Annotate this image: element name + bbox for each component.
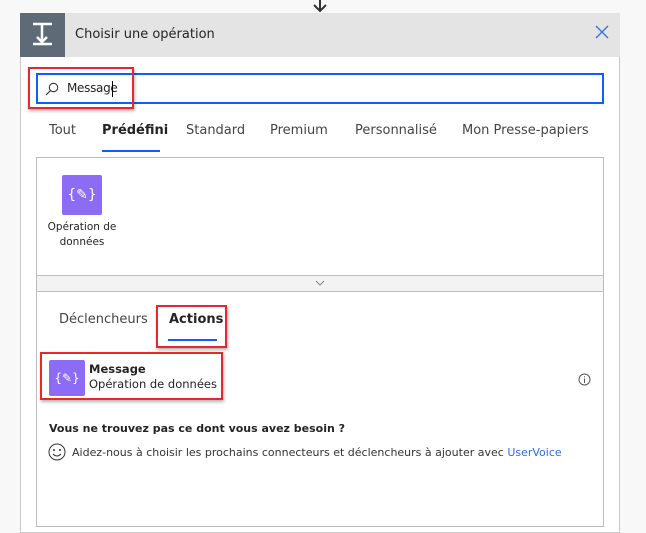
- close-icon[interactable]: [594, 24, 610, 40]
- tab-predefini[interactable]: Prédéfini: [102, 123, 168, 138]
- connector-label: Opération de: [47, 221, 117, 233]
- connector-label: données: [59, 236, 105, 248]
- help-heading: Vous ne trouvez pas ce dont vous avez be…: [49, 422, 346, 435]
- smiley-icon: [48, 443, 66, 461]
- uservoice-link[interactable]: UserVoice: [507, 446, 561, 459]
- tab-personnalise[interactable]: Personnalisé: [355, 123, 437, 138]
- connector-data-operation[interactable]: Opération de données: [42, 220, 122, 250]
- tab-premium[interactable]: Premium: [270, 123, 328, 138]
- highlight-box: [156, 305, 227, 348]
- card-title: Choisir une opération: [75, 27, 215, 42]
- highlight-box: [40, 352, 223, 400]
- tab-presse-papiers[interactable]: Mon Presse-papiers: [462, 123, 589, 138]
- info-icon[interactable]: [578, 373, 591, 386]
- chevron-down-icon[interactable]: [315, 280, 325, 286]
- subtab-declencheurs[interactable]: Déclencheurs: [59, 312, 148, 327]
- help-text-body: Aidez-nous à choisir les prochains conne…: [72, 446, 504, 459]
- connectors-panel: [36, 157, 604, 527]
- arrow-down-icon: [313, 0, 327, 13]
- expand-band[interactable]: [37, 275, 603, 292]
- highlight-box: [28, 67, 134, 109]
- operation-icon: [20, 13, 65, 57]
- tab-tout[interactable]: Tout: [49, 123, 76, 138]
- tab-standard[interactable]: Standard: [186, 123, 245, 138]
- help-text: Aidez-nous à choisir les prochains conne…: [72, 446, 562, 459]
- tab-underline: [102, 150, 160, 152]
- data-operation-icon[interactable]: {✎}: [62, 175, 102, 215]
